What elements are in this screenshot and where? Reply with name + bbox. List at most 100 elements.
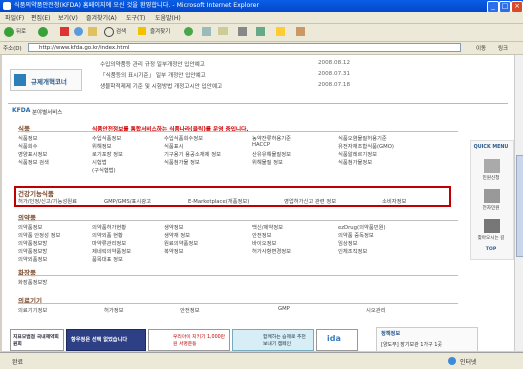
food-link[interactable]: 식품첨가물 정보	[164, 158, 200, 166]
news-title[interactable]: 생물학적제제 기준 및 시험방법 개정고시안 입안예고	[100, 84, 222, 90]
print-icon[interactable]	[238, 27, 247, 36]
drug-link[interactable]: 허가사항변경정보	[252, 247, 291, 255]
back-label[interactable]: 뒤로	[16, 27, 26, 35]
mail-icon[interactable]	[218, 27, 228, 35]
search-label[interactable]: 검색	[116, 27, 126, 35]
media-icon[interactable]	[184, 27, 193, 36]
drug-link[interactable]: 안전정보	[252, 231, 272, 239]
tab-field-service[interactable]: 분야별서비스	[32, 108, 62, 116]
food-link[interactable]: 식품정보	[18, 134, 38, 142]
menu-file[interactable]: 파일(F)	[5, 13, 24, 22]
history-icon[interactable]	[202, 27, 211, 36]
forward-icon[interactable]	[38, 27, 48, 37]
menu-favorites[interactable]: 즐겨찾기(A)	[86, 13, 117, 22]
food-link[interactable]: 영양표시정보	[18, 150, 47, 158]
news-item[interactable]: 수입의약품등 관리 규정 일부개정안 입안예고 2008.08.12	[100, 60, 360, 68]
favorites-icon[interactable]	[138, 27, 146, 35]
drug-link[interactable]: ezDrug(의약품민원)	[338, 223, 386, 231]
banner[interactable]: ida	[316, 329, 358, 351]
health-food-link[interactable]: 소비자정보	[382, 197, 406, 205]
drug-link[interactable]: 생약정보	[164, 223, 184, 231]
drug-link[interactable]: 의약외품정보	[18, 255, 47, 263]
drug-link[interactable]: 품목대표 정보	[92, 255, 123, 263]
menu-help[interactable]: 도움말(H)	[155, 13, 181, 22]
banner[interactable]: 지표모범점 국내제약회원회	[10, 329, 64, 351]
drug-link[interactable]: 마약류관리정보	[92, 239, 126, 247]
reg-reform-banner[interactable]: 규제개혁코너	[10, 69, 82, 91]
scroll-thumb[interactable]	[516, 155, 523, 257]
back-icon[interactable]	[4, 27, 14, 37]
folder-icon[interactable]	[276, 27, 285, 36]
food-link[interactable]: 로기포장 정보	[92, 150, 123, 158]
drug-link[interactable]: 의약품정보	[18, 223, 42, 231]
drug-link[interactable]: 제네릭의약품정보	[92, 247, 131, 255]
links-label[interactable]: 링크	[498, 44, 508, 52]
food-link[interactable]: 식품표시	[164, 142, 184, 150]
drug-link[interactable]: 원료의약품정보	[164, 239, 198, 247]
news-title[interactable]: 「식품등의 표시기준」 일부 개정안 입안예고	[100, 73, 206, 79]
device-link[interactable]: 안전정보	[180, 306, 200, 314]
banner[interactable]: 우리아이 지키기 1,000만원 서명운동	[148, 329, 230, 351]
stop-icon[interactable]	[60, 27, 69, 36]
food-link[interactable]: 식품알레르기정보	[338, 150, 377, 158]
drug-link[interactable]: 의약품허가현황	[92, 223, 126, 231]
health-food-link[interactable]: 영업허가신고 관련 정보	[284, 197, 336, 205]
vertical-scrollbar[interactable]	[514, 55, 523, 351]
food-link[interactable]: 유전자재조합식품(GMO)	[338, 142, 394, 150]
document-icon[interactable]	[484, 159, 500, 173]
search-icon[interactable]	[104, 27, 114, 37]
device-link[interactable]: 시오관리	[366, 306, 386, 314]
top-button[interactable]: TOP	[471, 247, 511, 252]
drug-link[interactable]: 임상정보	[338, 239, 358, 247]
drug-link[interactable]: 의약품 중독정보	[338, 231, 374, 239]
go-button[interactable]: 이동	[476, 44, 486, 52]
health-food-link[interactable]: E-Marketplace(개품정보)	[188, 197, 249, 205]
food-link[interactable]: HACCP	[252, 142, 270, 148]
food-link[interactable]: 농약잔류허용기준	[252, 134, 291, 142]
news-item[interactable]: 「식품등의 표시기준」 일부 개정안 입안예고 2008.07.31	[100, 71, 360, 79]
menu-tools[interactable]: 도구(T)	[126, 13, 145, 22]
drug-link[interactable]: 의약품정보방	[18, 239, 47, 247]
drug-link[interactable]: 인체조직정보	[338, 247, 367, 255]
news-title[interactable]: 수입의약품등 관리 규정 일부개정안 입안예고	[100, 62, 205, 68]
food-link[interactable]: 수입식품회수정보	[164, 134, 203, 142]
food-link[interactable]: 식품첨가물정보	[338, 158, 372, 166]
drug-link[interactable]: 의약품정보방	[18, 247, 47, 255]
home-icon[interactable]	[88, 27, 97, 36]
food-link[interactable]: 시험법	[92, 158, 107, 166]
drug-link[interactable]: 의약외품 현황	[92, 231, 123, 239]
food-link[interactable]: 산유유해물질정보	[252, 150, 291, 158]
quick-link[interactable]: 찾아오시는 길	[471, 235, 511, 241]
food-link[interactable]: 식품오염물질허용기준	[338, 134, 387, 142]
quick-link[interactable]: 민원신청	[471, 175, 511, 181]
drug-link[interactable]: 복약정보	[164, 247, 184, 255]
address-input[interactable]: http://www.kfda.go.kr/index.html	[28, 43, 461, 52]
drug-link[interactable]: 백신/제약정보	[252, 223, 283, 231]
food-link[interactable]: 식품회수	[18, 142, 38, 150]
menu-edit[interactable]: 편집(E)	[31, 13, 51, 22]
computer-icon[interactable]	[484, 189, 500, 203]
device-link[interactable]: 허가정보	[104, 306, 124, 314]
policy-item[interactable]: [양도부] 장기보관 1가구 1곳	[381, 341, 442, 348]
drug-link[interactable]: 생약재 정보	[164, 231, 190, 239]
messenger-icon[interactable]	[296, 27, 305, 36]
refresh-icon[interactable]	[74, 27, 83, 36]
banner[interactable]: 항우정은 선택 없었습니다	[66, 329, 146, 351]
food-link[interactable]: 기구용기 용공소재제 정보	[164, 150, 221, 158]
drug-link[interactable]: 바이오정보	[252, 239, 276, 247]
food-link[interactable]: 위해정보	[92, 142, 112, 150]
food-link[interactable]: 수입식품정보	[92, 134, 121, 142]
quick-link[interactable]: 전자민원	[471, 205, 511, 211]
menu-view[interactable]: 보기(V)	[58, 13, 78, 22]
favorites-label[interactable]: 즐겨찾기	[150, 27, 170, 35]
device-link[interactable]: GMP	[278, 306, 290, 312]
food-link[interactable]: 식품정보 검색	[18, 158, 49, 166]
banner[interactable]: 함께하는 습제로 추천 보내기 캠페인	[232, 329, 314, 351]
map-icon[interactable]	[484, 219, 500, 233]
cosmetic-link[interactable]: 화장품정보방	[18, 278, 47, 286]
food-link[interactable]: (구식협법)	[92, 166, 116, 174]
device-link[interactable]: 의료기기정보	[18, 306, 47, 314]
drug-link[interactable]: 의약품 안정성 정보	[18, 231, 60, 239]
news-item[interactable]: 생물학적제제 기준 및 시험방법 개정고시안 입안예고 2008.07.18	[100, 82, 360, 90]
food-link[interactable]: 위해물질 정보	[252, 158, 283, 166]
